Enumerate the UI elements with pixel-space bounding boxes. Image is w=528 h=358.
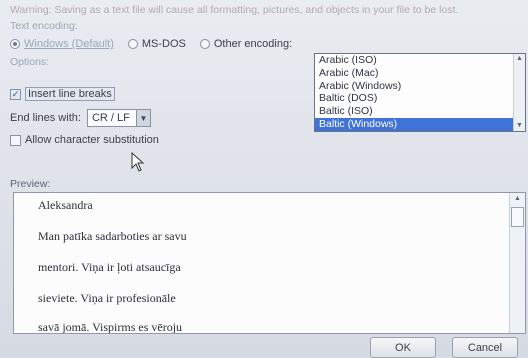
scroll-thumb[interactable]	[511, 207, 524, 227]
checkbox-empty-icon	[10, 134, 21, 146]
cancel-button[interactable]: Cancel	[452, 337, 518, 358]
preview-pane[interactable]: Aleksandra Man patīka sadarboties ar sav…	[13, 192, 526, 334]
preview-label: Preview:	[10, 178, 50, 190]
listbox-scrollbar[interactable]: ▲ ▼	[513, 54, 525, 131]
options-label: Options:	[10, 56, 50, 68]
chevron-up-icon[interactable]: ▲	[510, 193, 525, 205]
list-item[interactable]: Arabic (Windows)	[315, 80, 525, 93]
radio-unselected-icon	[127, 39, 138, 49]
radio-label-windows: Windows (Default)	[24, 38, 114, 50]
encoding-listbox[interactable]: Arabic (ISO) Arabic (Mac) Arabic (Window…	[314, 53, 526, 132]
ok-button[interactable]: OK	[370, 337, 436, 358]
radio-other-encoding[interactable]: Other encoding:	[199, 38, 293, 50]
warning-text: Warning: Saving as a text file will caus…	[10, 4, 459, 16]
radio-unselected-icon	[199, 39, 210, 49]
chevron-up-icon[interactable]: ▲	[514, 54, 525, 64]
insert-line-breaks-label: Insert line breaks	[25, 87, 115, 101]
chevron-down-icon[interactable]: ▼	[514, 121, 525, 131]
list-item[interactable]: Arabic (ISO)	[315, 54, 525, 67]
radio-selected-icon	[10, 39, 20, 49]
allow-substitution-label: Allow character substitution	[25, 134, 159, 146]
text-encoding-label: Text encoding:	[10, 20, 78, 32]
preview-line: savā jomā. Vispirms es vēroju	[38, 320, 183, 334]
end-lines-value: CR / LF	[91, 112, 130, 124]
encoding-dialog: Warning: Saving as a text file will caus…	[0, 0, 528, 358]
list-item-selected[interactable]: Baltic (Windows)	[315, 117, 525, 131]
list-item[interactable]: Arabic (Mac)	[315, 67, 525, 80]
radio-label-other: Other encoding:	[213, 38, 293, 50]
preview-line: mentori. Viņa ir ļoti atsaucīga	[38, 260, 181, 274]
allow-substitution-checkbox[interactable]: Allow character substitution	[10, 134, 159, 146]
chevron-down-icon[interactable]: ▼	[135, 110, 150, 126]
preview-line: sieviete. Viņa ir profesionāle	[38, 291, 176, 305]
check-icon: ✓	[10, 88, 21, 100]
radio-label-msdos: MS-DOS	[141, 38, 186, 50]
radio-windows-default[interactable]: Windows (Default)	[10, 38, 114, 50]
end-lines-label: End lines with:	[10, 112, 81, 124]
preview-scrollbar[interactable]: ▲	[509, 193, 525, 333]
list-item[interactable]: Baltic (DOS)	[315, 92, 525, 105]
mouse-pointer-icon	[131, 152, 145, 172]
encoding-radio-group: Windows (Default) MS-DOS Other encoding:	[10, 38, 292, 50]
insert-line-breaks-checkbox[interactable]: ✓ Insert line breaks	[10, 87, 115, 101]
list-item[interactable]: Baltic (ISO)	[315, 105, 525, 118]
radio-ms-dos[interactable]: MS-DOS	[127, 38, 186, 50]
dialog-footer: OK Cancel	[0, 336, 528, 358]
end-lines-select[interactable]: CR / LF ▼	[86, 109, 151, 127]
end-lines-row: End lines with: CR / LF ▼	[10, 109, 151, 127]
preview-line: Man patīka sadarboties ar savu	[38, 229, 187, 243]
preview-line: Aleksandra	[38, 198, 93, 212]
preview-label-text: Preview:	[10, 178, 51, 190]
